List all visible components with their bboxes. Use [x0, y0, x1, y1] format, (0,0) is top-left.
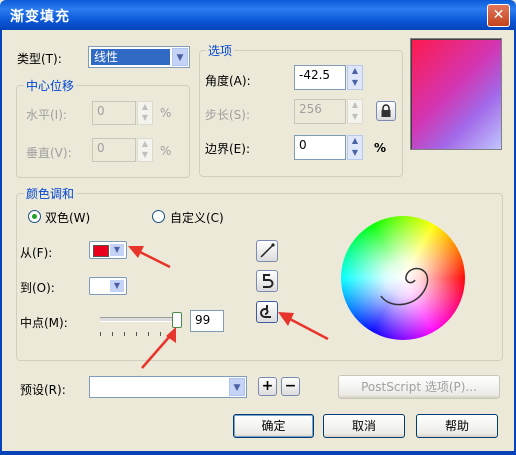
- add-preset-button[interactable]: +: [258, 377, 277, 396]
- arrow-to-from-color: [139, 250, 171, 269]
- arrow-to-midpoint: [141, 335, 171, 369]
- preset-select[interactable]: ▼: [89, 376, 247, 398]
- preset-label: 预设(R):: [20, 383, 66, 397]
- postscript-options-button[interactable]: PostScript 选项(P)...: [338, 375, 500, 399]
- minus-icon: −: [284, 378, 297, 394]
- remove-preset-button[interactable]: −: [281, 377, 300, 396]
- chevron-down-icon: ▼: [229, 378, 245, 396]
- ok-button[interactable]: 确定: [233, 414, 314, 438]
- help-button[interactable]: 帮助: [416, 414, 498, 438]
- cancel-button[interactable]: 取消: [323, 414, 405, 438]
- arrow-to-clockwise: [287, 316, 329, 341]
- plus-icon: +: [261, 378, 274, 394]
